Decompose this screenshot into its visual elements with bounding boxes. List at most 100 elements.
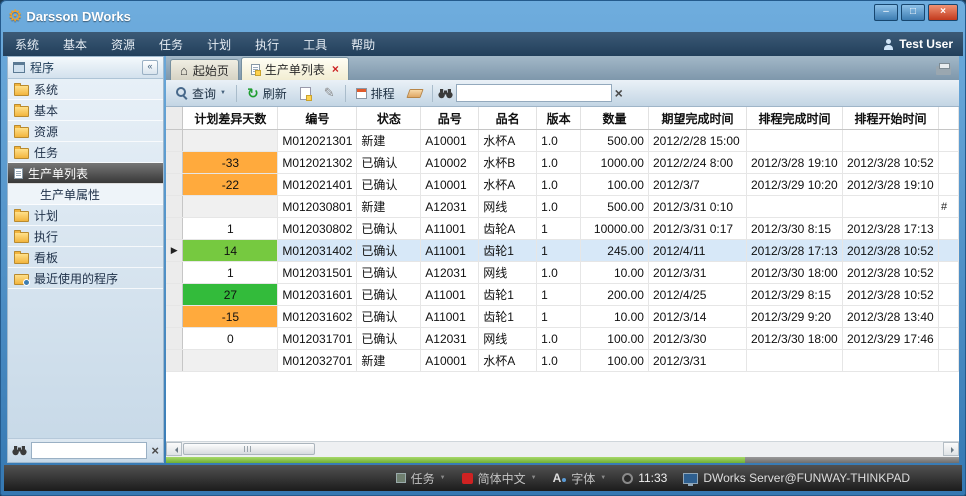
cell[interactable]: 100.00 — [581, 174, 649, 196]
cell[interactable]: -15 — [183, 306, 278, 328]
cell[interactable]: 1.0 — [537, 262, 581, 284]
cell[interactable]: 2012/3/14 — [648, 306, 746, 328]
cell[interactable]: 已确认 — [357, 284, 421, 306]
column-header[interactable]: 品号 — [421, 107, 479, 130]
cell[interactable]: 已确认 — [357, 240, 421, 262]
table-row[interactable]: 0M012031701已确认A12031网线1.0100.002012/3/30… — [166, 328, 959, 350]
column-header[interactable]: 状态 — [357, 107, 421, 130]
cell[interactable]: 网线 — [479, 262, 537, 284]
cell[interactable]: 水杯A — [479, 174, 537, 196]
cell[interactable]: 1.0 — [537, 350, 581, 372]
cell-partial[interactable] — [938, 240, 958, 262]
cell[interactable]: 2012/3/28 17:13 — [746, 240, 842, 262]
cell[interactable]: 新建 — [357, 130, 421, 152]
cell[interactable]: 已确认 — [357, 262, 421, 284]
cell[interactable]: 1.0 — [537, 174, 581, 196]
eraser-button[interactable] — [403, 87, 427, 100]
cell[interactable] — [183, 350, 278, 372]
cell[interactable]: A12031 — [421, 328, 479, 350]
cell[interactable]: M012021302 — [278, 152, 357, 174]
cell[interactable]: 1.0 — [537, 196, 581, 218]
row-marker[interactable] — [166, 218, 183, 240]
cell[interactable]: 已确认 — [357, 306, 421, 328]
cell[interactable]: 1 — [537, 218, 581, 240]
cell[interactable]: 已确认 — [357, 218, 421, 240]
cell-partial[interactable] — [938, 152, 958, 174]
cell[interactable]: 245.00 — [581, 240, 649, 262]
sidebar-item[interactable]: 看板 — [8, 247, 163, 268]
cell[interactable]: 水杯A — [479, 130, 537, 152]
tab-生产单列表[interactable]: 生产单列表× — [241, 57, 349, 80]
cell[interactable]: 2012/3/29 17:46 — [842, 328, 938, 350]
cell[interactable]: M012031601 — [278, 284, 357, 306]
cell[interactable]: 2012/3/30 18:00 — [746, 328, 842, 350]
cell[interactable]: 2012/3/28 17:13 — [842, 218, 938, 240]
column-header[interactable]: 期望完成时间 — [648, 107, 746, 130]
cell[interactable]: 500.00 — [581, 130, 649, 152]
edit-button[interactable]: ✎ — [319, 85, 340, 101]
cell[interactable]: 2012/3/28 19:10 — [746, 152, 842, 174]
cell[interactable] — [183, 130, 278, 152]
row-marker[interactable] — [166, 284, 183, 306]
cell[interactable]: 齿轮1 — [479, 306, 537, 328]
cell[interactable]: 2012/3/7 — [648, 174, 746, 196]
cell[interactable]: M012031501 — [278, 262, 357, 284]
cell[interactable]: 1.0 — [537, 130, 581, 152]
column-header-partial[interactable] — [938, 107, 958, 130]
printer-icon[interactable] — [936, 66, 951, 75]
cell[interactable]: 2012/3/31 0:17 — [648, 218, 746, 240]
row-marker[interactable] — [166, 328, 183, 350]
cell[interactable]: 10.00 — [581, 306, 649, 328]
table-row[interactable]: -33M012021302已确认A10002水杯B1.01000.002012/… — [166, 152, 959, 174]
cell[interactable]: 100.00 — [581, 350, 649, 372]
row-marker[interactable] — [166, 196, 183, 218]
scrollbar-thumb[interactable] — [183, 443, 315, 455]
cell[interactable]: A10001 — [421, 130, 479, 152]
cell[interactable]: M012030802 — [278, 218, 357, 240]
scroll-left-arrow-icon[interactable] — [166, 442, 182, 456]
column-header[interactable]: 编号 — [278, 107, 357, 130]
cell[interactable]: 新建 — [357, 350, 421, 372]
cell[interactable]: 2012/3/30 — [648, 328, 746, 350]
cell[interactable] — [842, 130, 938, 152]
cell[interactable]: M012031602 — [278, 306, 357, 328]
status-task[interactable]: 任务 ▼ — [396, 470, 446, 487]
sidebar-search-clear-icon[interactable]: × — [151, 444, 159, 457]
column-header[interactable]: 版本 — [537, 107, 581, 130]
cell[interactable]: 100.00 — [581, 328, 649, 350]
cell[interactable]: 2012/3/30 18:00 — [746, 262, 842, 284]
cell[interactable]: 1 — [537, 240, 581, 262]
cell[interactable]: A11001 — [421, 218, 479, 240]
minimize-button[interactable]: – — [874, 4, 898, 21]
menu-item-计划[interactable]: 计划 — [195, 32, 243, 56]
cell[interactable]: M012021301 — [278, 130, 357, 152]
cell[interactable]: M012031402 — [278, 240, 357, 262]
cell[interactable]: A12031 — [421, 196, 479, 218]
title-bar[interactable]: ⚙ Darsson DWorks – □ × — [0, 0, 966, 32]
cell[interactable]: 1 — [183, 218, 278, 240]
toolbar-search-input[interactable] — [456, 84, 612, 102]
table-row[interactable]: M012030801新建A12031网线1.0500.002012/3/31 0… — [166, 196, 959, 218]
sidebar-item[interactable]: 任务 — [8, 142, 163, 163]
sidebar-item[interactable]: 基本 — [8, 100, 163, 121]
cell[interactable]: 1.0 — [537, 152, 581, 174]
row-marker[interactable] — [166, 350, 183, 372]
sidebar-search-input[interactable] — [31, 442, 147, 459]
query-button[interactable]: 查询 ▼ — [171, 83, 231, 104]
cell[interactable]: 2012/3/28 10:52 — [842, 152, 938, 174]
menu-item-帮助[interactable]: 帮助 — [339, 32, 387, 56]
status-server[interactable]: DWorks Server@FUNWAY-THINKPAD — [683, 471, 910, 485]
cell[interactable]: 2012/3/28 10:52 — [842, 284, 938, 306]
cell[interactable]: 0 — [183, 328, 278, 350]
cell[interactable]: 已确认 — [357, 328, 421, 350]
status-clock[interactable]: 11:33 — [622, 471, 667, 485]
cell[interactable]: 齿轮1 — [479, 284, 537, 306]
cell[interactable] — [746, 130, 842, 152]
cell[interactable]: 10.00 — [581, 262, 649, 284]
row-marker[interactable]: ▶ — [166, 240, 183, 262]
cell[interactable]: 2012/3/31 — [648, 350, 746, 372]
cell[interactable]: 水杯B — [479, 152, 537, 174]
table-row[interactable]: 27M012031601已确认A11001齿轮11200.002012/4/25… — [166, 284, 959, 306]
cell[interactable]: 网线 — [479, 196, 537, 218]
cell[interactable]: 齿轮A — [479, 218, 537, 240]
